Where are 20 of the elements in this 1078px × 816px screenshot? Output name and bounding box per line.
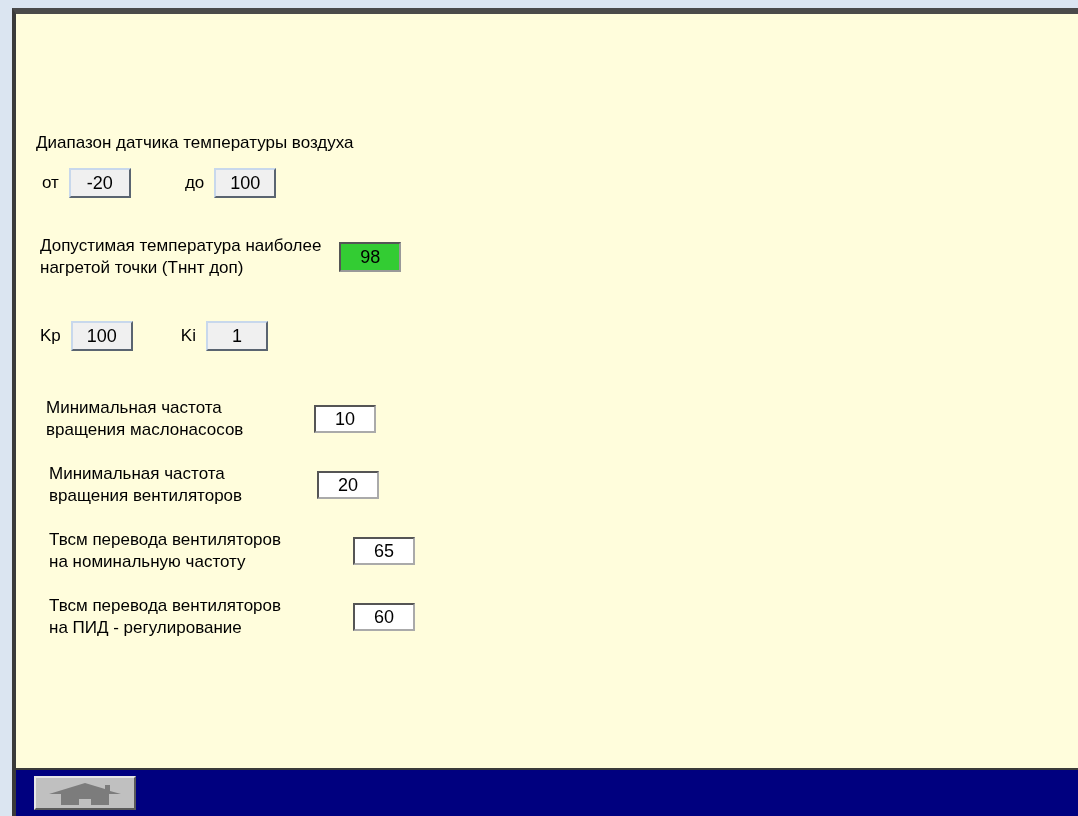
setting-label: Твсм перевода вентиляторов на ПИД - регулирование [49,595,283,639]
from-label: от [42,173,59,193]
setting-label: Твсм перевода вентиляторов на номинальную частоту [49,529,283,573]
input-field[interactable]: 100 [70,321,133,351]
input-field[interactable]: -20 [68,168,131,198]
input-field[interactable]: 100 [214,168,277,198]
coefficient-label: Kp [40,326,61,346]
to-label: до [184,173,205,193]
input-field[interactable]: 20 [317,471,379,499]
coefficient-label: Ki [180,326,196,346]
max-temp-label: Допустимая температура наиболее нагретой точки (Тннт доп) [40,235,322,279]
input-field[interactable]: 1 [205,321,268,351]
input-field[interactable]: 10 [314,405,376,433]
input-field[interactable]: 60 [353,603,415,631]
range-title: Диапазон датчика температуры воздуха [36,132,355,154]
setting-label: Минимальная частота вращения вентиляторов [49,463,244,507]
max-temp-field[interactable]: 98 [339,242,402,272]
home-button[interactable] [34,776,136,810]
setting-label: Минимальная частота вращения маслонасосов [46,397,245,441]
input-field[interactable]: 65 [353,537,415,565]
